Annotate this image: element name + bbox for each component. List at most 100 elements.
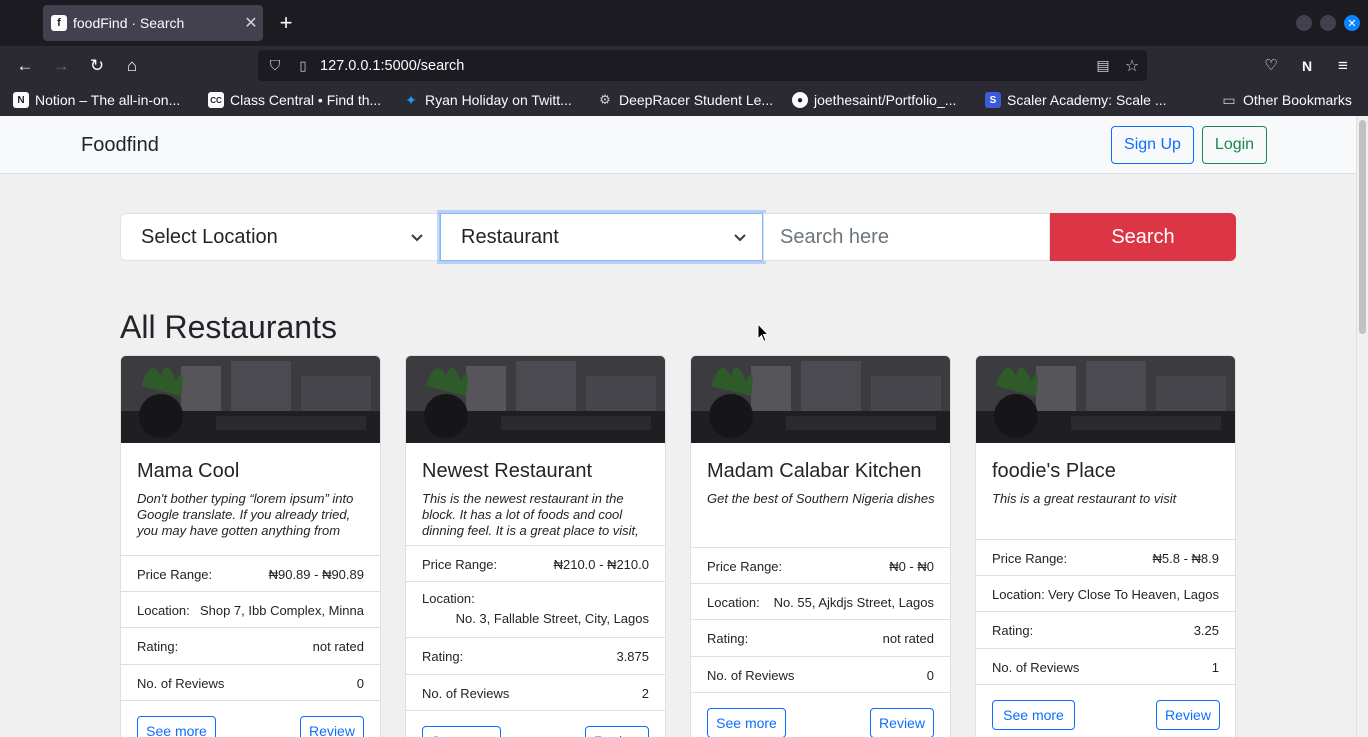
brand-logo[interactable]: Foodfind <box>81 134 159 157</box>
review-button[interactable]: Review <box>300 716 364 737</box>
scrollbar-thumb[interactable] <box>1359 120 1366 334</box>
card-footer: See more Review <box>406 710 665 737</box>
location-row: Location: Shop 7, Ibb Complex, Minna <box>121 591 380 627</box>
card-footer: See more Review <box>121 700 380 737</box>
row-value: 1 <box>1211 660 1219 675</box>
bookmark-item[interactable]: CC Class Central • Find th... <box>208 92 381 108</box>
close-window-icon[interactable]: ✕ <box>1344 15 1360 31</box>
row-value: 3.25 <box>1193 623 1219 638</box>
search-button[interactable]: Search <box>1050 213 1236 261</box>
tab-close-icon[interactable]: ✕ <box>239 13 263 33</box>
row-label: Location: <box>992 587 1045 602</box>
chevron-down-icon <box>734 234 746 242</box>
restaurant-description: This is the newest restaurant in the blo… <box>422 491 639 538</box>
bookmarks-toolbar: N Notion – The all-in-on... CC Class Cen… <box>0 86 1368 116</box>
restaurant-name[interactable]: Madam Calabar Kitchen <box>707 460 922 483</box>
address-bar[interactable]: ⛉ ▯ 127.0.0.1:5000/search ▤ ☆ <box>258 50 1147 81</box>
chevron-down-icon <box>411 234 423 242</box>
new-tab-plus-icon[interactable]: + <box>274 9 298 37</box>
search-input[interactable]: Search here <box>763 213 1050 261</box>
see-more-button[interactable]: See more <box>707 708 786 737</box>
bookmark-item[interactable]: ✦ Ryan Holiday on Twitt... <box>403 91 572 109</box>
review-button[interactable]: Review <box>1156 700 1220 730</box>
row-label: No. of Reviews <box>707 668 795 683</box>
menu-hamburger-icon[interactable]: ≡ <box>1331 54 1355 78</box>
location-select[interactable]: Select Location <box>120 213 440 261</box>
bookmark-label: Ryan Holiday on Twitt... <box>425 92 572 108</box>
scaler-icon: S <box>985 92 1001 108</box>
rating-row: Rating: 3.875 <box>406 637 665 674</box>
twitter-bird-icon: ✦ <box>405 91 417 108</box>
row-value: 0 <box>926 668 934 683</box>
restaurant-description: This is a great restaurant to visit <box>992 491 1177 506</box>
restaurant-name[interactable]: Mama Cool <box>137 460 239 483</box>
category-select-value: Restaurant <box>461 225 559 248</box>
row-value: Very Close To Heaven, Lagos <box>1047 587 1219 602</box>
tab-title: foodFind · Search <box>73 15 185 31</box>
login-button[interactable]: Login <box>1202 126 1267 164</box>
restaurant-image <box>691 356 950 443</box>
restaurant-name[interactable]: Newest Restaurant <box>422 460 592 483</box>
page-scrollbar[interactable] <box>1356 116 1368 737</box>
bookmark-label: joethesaint/Portfolio_... <box>814 92 957 108</box>
bookmark-item[interactable]: ● joethesaint/Portfolio_... <box>792 92 956 108</box>
minimize-window-icon[interactable] <box>1296 15 1312 31</box>
browser-tab[interactable]: f foodFind · Search ✕ <box>43 5 263 41</box>
row-label: No. of Reviews <box>137 676 225 691</box>
browser-tab-bar: f foodFind · Search ✕ + ✕ <box>0 0 1368 46</box>
price-range-row: Price Range: ₦5.8 - ₦8.9 <box>976 539 1235 575</box>
row-value: No. 55, Ajkdjs Street, Lagos <box>773 595 934 610</box>
other-bookmarks[interactable]: ▭ Other Bookmarks <box>1221 92 1352 109</box>
reload-icon[interactable]: ↻ <box>85 54 109 78</box>
signup-button[interactable]: Sign Up <box>1111 126 1194 164</box>
row-value: ₦0 - ₦0 <box>889 559 934 574</box>
bookmark-label: Other Bookmarks <box>1243 92 1352 108</box>
restaurant-name[interactable]: foodie's Place <box>992 460 1116 483</box>
review-button[interactable]: Review <box>870 708 934 737</box>
forward-arrow-icon[interactable]: → <box>49 54 73 78</box>
restaurant-card: Madam Calabar Kitchen Get the best of So… <box>690 355 951 737</box>
reviews-count-row: No. of Reviews 1 <box>976 648 1235 684</box>
notion-icon: N <box>13 92 29 108</box>
row-label: No. of Reviews <box>422 686 510 701</box>
see-more-button[interactable]: See more <box>422 726 501 737</box>
tracking-shield-icon[interactable]: ⛉ <box>260 57 290 74</box>
reader-view-icon[interactable]: ▤ <box>1089 57 1117 74</box>
row-label: Price Range: <box>137 567 213 582</box>
class-central-icon: CC <box>208 92 224 108</box>
row-label: Price Range: <box>422 557 498 572</box>
location-row: Location: No. 55, Ajkdjs Street, Lagos <box>691 583 950 619</box>
row-label: Location: <box>707 595 760 610</box>
maximize-window-icon[interactable] <box>1320 15 1336 31</box>
home-icon[interactable]: ⌂ <box>120 54 144 78</box>
row-value: No. 3, Fallable Street, City, Lagos <box>455 611 649 626</box>
row-value: ₦210.0 - ₦210.0 <box>553 557 649 572</box>
row-label: Location: <box>137 603 190 618</box>
row-value: not rated <box>882 631 934 646</box>
notion-extension-icon[interactable]: N <box>1295 54 1319 78</box>
bookmark-item[interactable]: S Scaler Academy: Scale ... <box>985 92 1167 108</box>
reviews-count-row: No. of Reviews 0 <box>121 664 380 700</box>
review-button[interactable]: Review <box>585 726 649 737</box>
location-row: Location: Very Close To Heaven, Lagos <box>976 575 1235 611</box>
reviews-count-row: No. of Reviews 0 <box>691 656 950 692</box>
github-icon: ● <box>792 92 808 108</box>
mouse-cursor-icon <box>757 323 769 343</box>
bookmark-item[interactable]: N Notion – The all-in-on... <box>13 92 180 108</box>
see-more-button[interactable]: See more <box>992 700 1075 730</box>
bookmark-item[interactable]: ⚙ DeepRacer Student Le... <box>597 92 773 108</box>
back-arrow-icon[interactable]: ← <box>13 54 37 78</box>
row-label: Price Range: <box>707 559 783 574</box>
bookmark-star-icon[interactable]: ☆ <box>1117 56 1147 76</box>
price-range-row: Price Range: ₦0 - ₦0 <box>691 547 950 583</box>
section-title: All Restaurants <box>120 309 337 345</box>
row-label: Rating: <box>707 631 749 646</box>
page-info-icon[interactable]: ▯ <box>290 58 316 74</box>
see-more-button[interactable]: See more <box>137 716 216 737</box>
pocket-icon[interactable]: ♡ <box>1259 54 1283 78</box>
category-select[interactable]: Restaurant <box>440 213 763 261</box>
site-favicon-icon: f <box>51 15 67 31</box>
row-value: not rated <box>312 639 364 654</box>
page-content: Foodfind Sign Up Login Select Location R… <box>0 116 1356 737</box>
url-text[interactable]: 127.0.0.1:5000/search <box>316 58 1089 74</box>
